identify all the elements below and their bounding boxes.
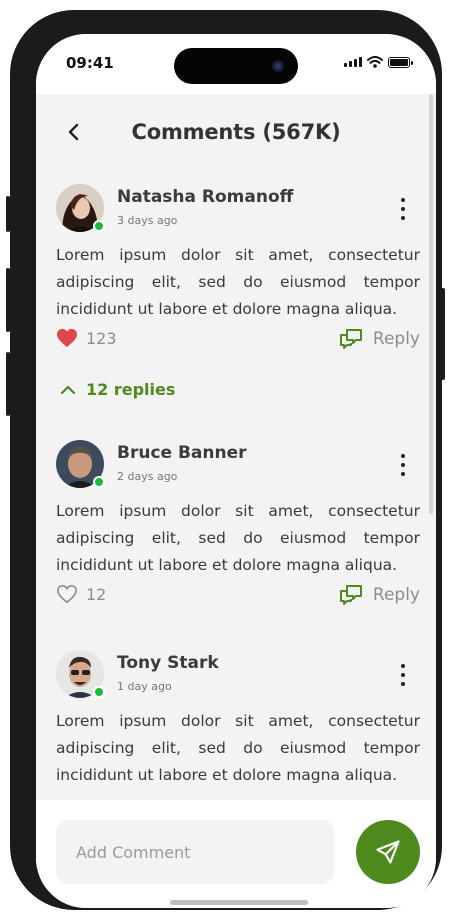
online-indicator <box>93 686 105 698</box>
more-options-button[interactable] <box>398 198 408 220</box>
more-options-button[interactable] <box>398 664 408 686</box>
status-icons <box>344 56 413 68</box>
camera-icon <box>272 60 284 72</box>
comment-timestamp: 2 days ago <box>117 470 178 483</box>
replies-toggle[interactable]: 12 replies <box>60 380 175 399</box>
comment-text: Lorem ipsum dolor sit amet, consectetur … <box>56 502 420 574</box>
comment-timestamp: 3 days ago <box>117 214 178 227</box>
reply-bubbles-icon <box>339 585 362 605</box>
reply-bubbles-icon <box>339 329 362 349</box>
battery-icon <box>388 56 413 68</box>
like-count: 12 <box>86 584 107 604</box>
replies-count: 12 replies <box>86 380 176 399</box>
screen: 09:41 Comments (567K) Natasha Romanoff 3… <box>36 34 436 908</box>
like-count: 123 <box>86 328 117 348</box>
comment-composer <box>36 800 436 908</box>
reply-button[interactable]: Reply <box>339 584 420 606</box>
author-name[interactable]: Natasha Romanoff <box>117 187 293 207</box>
reply-label: Reply <box>372 585 420 605</box>
reply-button[interactable]: Reply <box>339 328 420 350</box>
comment-text: Lorem ipsum dolor sit amet, consectetur … <box>56 246 420 318</box>
header: Comments (567K) <box>36 94 436 170</box>
status-time: 09:41 <box>66 54 114 72</box>
heart-icon <box>57 328 77 348</box>
comment-timestamp: 1 day ago <box>117 680 172 693</box>
more-vertical-icon <box>401 664 405 668</box>
more-vertical-icon <box>401 454 405 458</box>
author-name[interactable]: Bruce Banner <box>117 443 247 463</box>
wifi-icon <box>367 56 383 68</box>
comment-input[interactable] <box>56 820 334 884</box>
comment-actions: 123 Reply <box>56 328 420 352</box>
more-vertical-icon <box>401 198 405 202</box>
online-indicator <box>93 476 105 488</box>
send-button[interactable] <box>356 820 420 884</box>
dynamic-island <box>174 48 298 84</box>
online-indicator <box>93 220 105 232</box>
like-button[interactable]: 12 <box>56 584 106 604</box>
send-icon <box>376 840 400 864</box>
signal-icon <box>344 57 362 67</box>
more-options-button[interactable] <box>398 454 408 476</box>
heart-icon <box>57 584 77 604</box>
phone-frame: 09:41 Comments (567K) Natasha Romanoff 3… <box>10 10 442 910</box>
status-bar: 09:41 <box>36 34 436 94</box>
author-name[interactable]: Tony Stark <box>117 653 219 673</box>
comment-text: Lorem ipsum dolor sit amet, consectetur … <box>56 712 420 784</box>
like-button[interactable]: 123 <box>56 328 117 348</box>
chevron-up-icon <box>60 385 76 394</box>
page-title: Comments (567K) <box>131 120 341 144</box>
scrollbar[interactable] <box>429 94 433 514</box>
comment-actions: 12 Reply <box>56 584 420 608</box>
reply-label: Reply <box>372 329 420 349</box>
home-indicator[interactable] <box>170 900 308 905</box>
